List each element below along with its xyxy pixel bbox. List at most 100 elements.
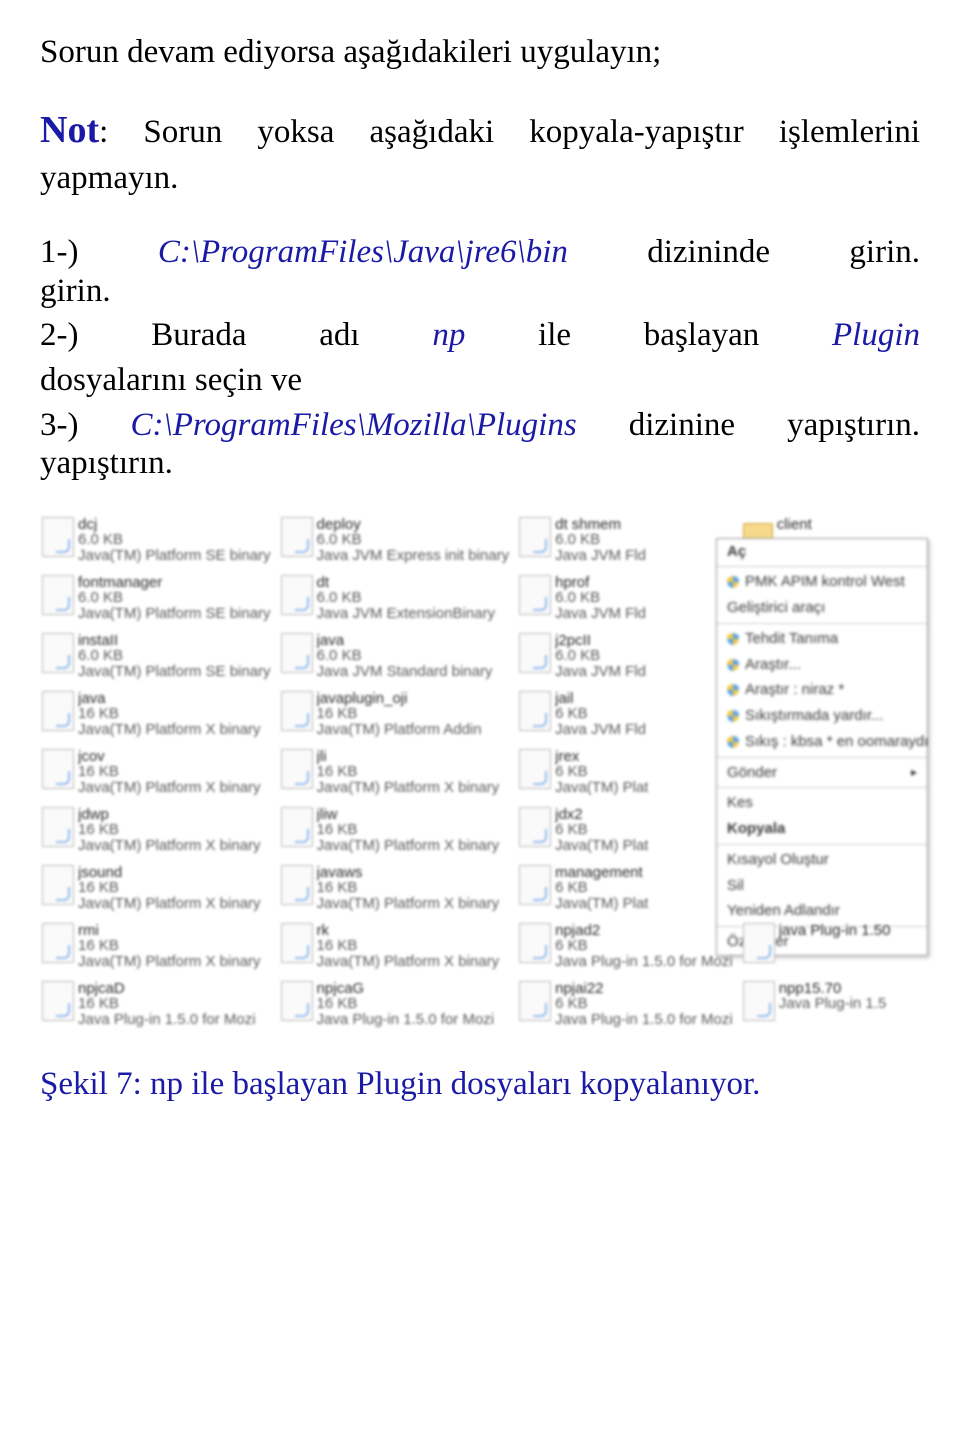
- file-type: Java(TM) Platform SE binary: [78, 548, 271, 564]
- menu-item[interactable]: Araştır : niraz *: [717, 677, 927, 703]
- file-icon: [281, 633, 313, 673]
- explorer-screenshot: dcj6.0 KBJava(TM) Platform SE binary dep…: [40, 514, 920, 1032]
- file-item[interactable]: jail6 KBJava JVM Fld: [517, 688, 735, 742]
- file-icon: [519, 517, 551, 557]
- step1-prefix: 1-): [40, 234, 158, 270]
- file-icon: [42, 981, 74, 1021]
- file-item[interactable]: java6.0 KBJava JVM Standard binary: [279, 630, 512, 684]
- file-item[interactable]: fontmanager6.0 KBJava(TM) Platform SE bi…: [40, 572, 273, 626]
- file-icon: [519, 633, 551, 673]
- step1-suffix: dizininde girin.: [568, 234, 920, 270]
- file-item[interactable]: java Plug-in 1.50: [741, 920, 920, 974]
- menu-item[interactable]: Geliştirici araçı: [717, 595, 927, 621]
- note-line: Not: Sorun yoksa aşağıdaki kopyala-yapış…: [40, 105, 920, 201]
- file-item[interactable]: rmi16 KBJava(TM) Platform X binary: [40, 920, 273, 974]
- step3-path: C:\ProgramFiles\Mozilla\Plugins: [131, 407, 577, 443]
- file-size: 6.0 KB: [78, 532, 271, 548]
- file-icon: [519, 691, 551, 731]
- file-icon: [519, 981, 551, 1021]
- file-icon: [281, 575, 313, 615]
- menu-item[interactable]: Sıkıştırmada yardır...: [717, 703, 927, 729]
- file-item[interactable]: dt shmem6.0 KBJava JVM Fld: [517, 514, 735, 568]
- menu-item[interactable]: Araştır...: [717, 652, 927, 678]
- step2-np: np: [432, 317, 465, 353]
- file-icon: [743, 923, 775, 963]
- file-icon: [281, 691, 313, 731]
- file-icon: [42, 633, 74, 673]
- folder-item[interactable]: client Aç PMK APIM kontrol West Geliştir…: [741, 514, 920, 568]
- menu-sendto[interactable]: Gönder▸: [717, 760, 927, 786]
- note-text: : Sorun yoksa aşağıdaki kopyala-yapıştır…: [40, 114, 920, 196]
- file-icon: [281, 517, 313, 557]
- file-item[interactable]: npjcaG16 KBJava Plug-in 1.5.0 for Mozi: [279, 978, 512, 1032]
- file-size: 6.0 KB: [555, 532, 646, 548]
- file-item[interactable]: npjcaD16 KBJava Plug-in 1.5.0 for Mozi: [40, 978, 273, 1032]
- chevron-right-icon: ▸: [911, 766, 917, 779]
- file-icon: [42, 517, 74, 557]
- step3-prefix: 3-): [40, 407, 131, 443]
- file-name: deploy: [317, 517, 510, 533]
- file-icon: [743, 981, 775, 1021]
- file-size: 6.0 KB: [317, 532, 510, 548]
- file-icon: [519, 807, 551, 847]
- file-item[interactable]: j2pcII6.0 KBJava JVM Fld: [517, 630, 735, 684]
- menu-shortcut[interactable]: Kısayol Oluştur: [717, 847, 927, 873]
- instruction-steps: 1-) C:\ProgramFiles\Java\jre6\bin dizini…: [40, 230, 920, 485]
- file-item[interactable]: jliw16 KBJava(TM) Platform X binary: [279, 804, 512, 858]
- step1-tail: girin.: [40, 273, 111, 309]
- file-icon: [281, 981, 313, 1021]
- step1-path: C:\ProgramFiles\Java\jre6\bin: [158, 234, 568, 270]
- file-item[interactable]: dcj6.0 KBJava(TM) Platform SE binary: [40, 514, 273, 568]
- step3-suffix: dizinine yapıştırın.: [577, 407, 920, 443]
- step2-plugin: Plugin: [832, 317, 920, 353]
- file-item[interactable]: npjai226 KBJava Plug-in 1.5.0 for Mozi: [517, 978, 735, 1032]
- file-name: dcj: [78, 517, 271, 533]
- file-type: Java JVM Express init binary: [317, 548, 510, 564]
- file-icon: [42, 807, 74, 847]
- step2-tail: dosyalarını seçin ve: [40, 362, 302, 398]
- file-icon: [519, 575, 551, 615]
- file-icon: [519, 923, 551, 963]
- file-icon: [519, 749, 551, 789]
- file-item[interactable]: javaplugin_oji16 KBJava(TM) Platform Add…: [279, 688, 512, 742]
- figure-caption: Şekil 7: np ile başlayan Plugin dosyalar…: [40, 1062, 920, 1107]
- file-icon: [42, 691, 74, 731]
- menu-item[interactable]: Sıkış : kbsa * en oomaraydı: [717, 729, 927, 755]
- file-item[interactable]: jdwp16 KBJava(TM) Platform X binary: [40, 804, 273, 858]
- file-type: Java JVM Fld: [555, 548, 646, 564]
- file-item[interactable]: dt6.0 KBJava JVM ExtensionBinary: [279, 572, 512, 626]
- file-icon: [42, 923, 74, 963]
- menu-open[interactable]: Aç: [717, 539, 927, 565]
- file-icon: [519, 865, 551, 905]
- context-menu[interactable]: Aç PMK APIM kontrol West Geliştirici ara…: [716, 538, 928, 956]
- file-item[interactable]: npp15.70Java Plug-in 1.5: [741, 978, 920, 1032]
- file-item[interactable]: javaws16 KBJava(TM) Platform X binary: [279, 862, 512, 916]
- note-label: Not: [40, 109, 99, 151]
- file-item[interactable]: java16 KBJava(TM) Platform X binary: [40, 688, 273, 742]
- menu-item[interactable]: Tehdit Tanıma: [717, 626, 927, 652]
- problem-header-text: Sorun devam ediyorsa aşağıdakileri uygul…: [40, 30, 920, 75]
- folder-name: client: [777, 517, 812, 533]
- menu-item[interactable]: PMK APIM kontrol West: [717, 569, 927, 595]
- file-item[interactable]: jcov16 KBJava(TM) Platform X binary: [40, 746, 273, 800]
- file-icon: [281, 865, 313, 905]
- file-icon: [281, 807, 313, 847]
- file-item[interactable]: jrex6 KBJava(TM) Plat: [517, 746, 735, 800]
- file-item[interactable]: jli16 KBJava(TM) Platform X binary: [279, 746, 512, 800]
- file-name: dt shmem: [555, 517, 646, 533]
- file-item[interactable]: deploy6.0 KBJava JVM Express init binary: [279, 514, 512, 568]
- menu-delete[interactable]: Sil: [717, 873, 927, 899]
- file-icon: [42, 575, 74, 615]
- file-grid: dcj6.0 KBJava(TM) Platform SE binary dep…: [40, 514, 920, 1032]
- menu-copy[interactable]: Kopyala: [717, 816, 927, 842]
- file-item[interactable]: jsound16 KBJava(TM) Platform X binary: [40, 862, 273, 916]
- file-item[interactable]: instaII6.0 KBJava(TM) Platform SE binary: [40, 630, 273, 684]
- step2-mid: ile başlayan: [465, 317, 832, 353]
- file-item[interactable]: npjad26 KBJava Plug-in 1.5.0 for Mozi: [517, 920, 735, 974]
- menu-cut[interactable]: Kes: [717, 790, 927, 816]
- file-item[interactable]: rk16 KBJava(TM) Platform X binary: [279, 920, 512, 974]
- file-item[interactable]: jdx26 KBJava(TM) Plat: [517, 804, 735, 858]
- file-item[interactable]: management6 KBJava(TM) Plat: [517, 862, 735, 916]
- file-item[interactable]: hprof6.0 KBJava JVM Fld: [517, 572, 735, 626]
- step2-prefix: 2-) Burada adı: [40, 317, 432, 353]
